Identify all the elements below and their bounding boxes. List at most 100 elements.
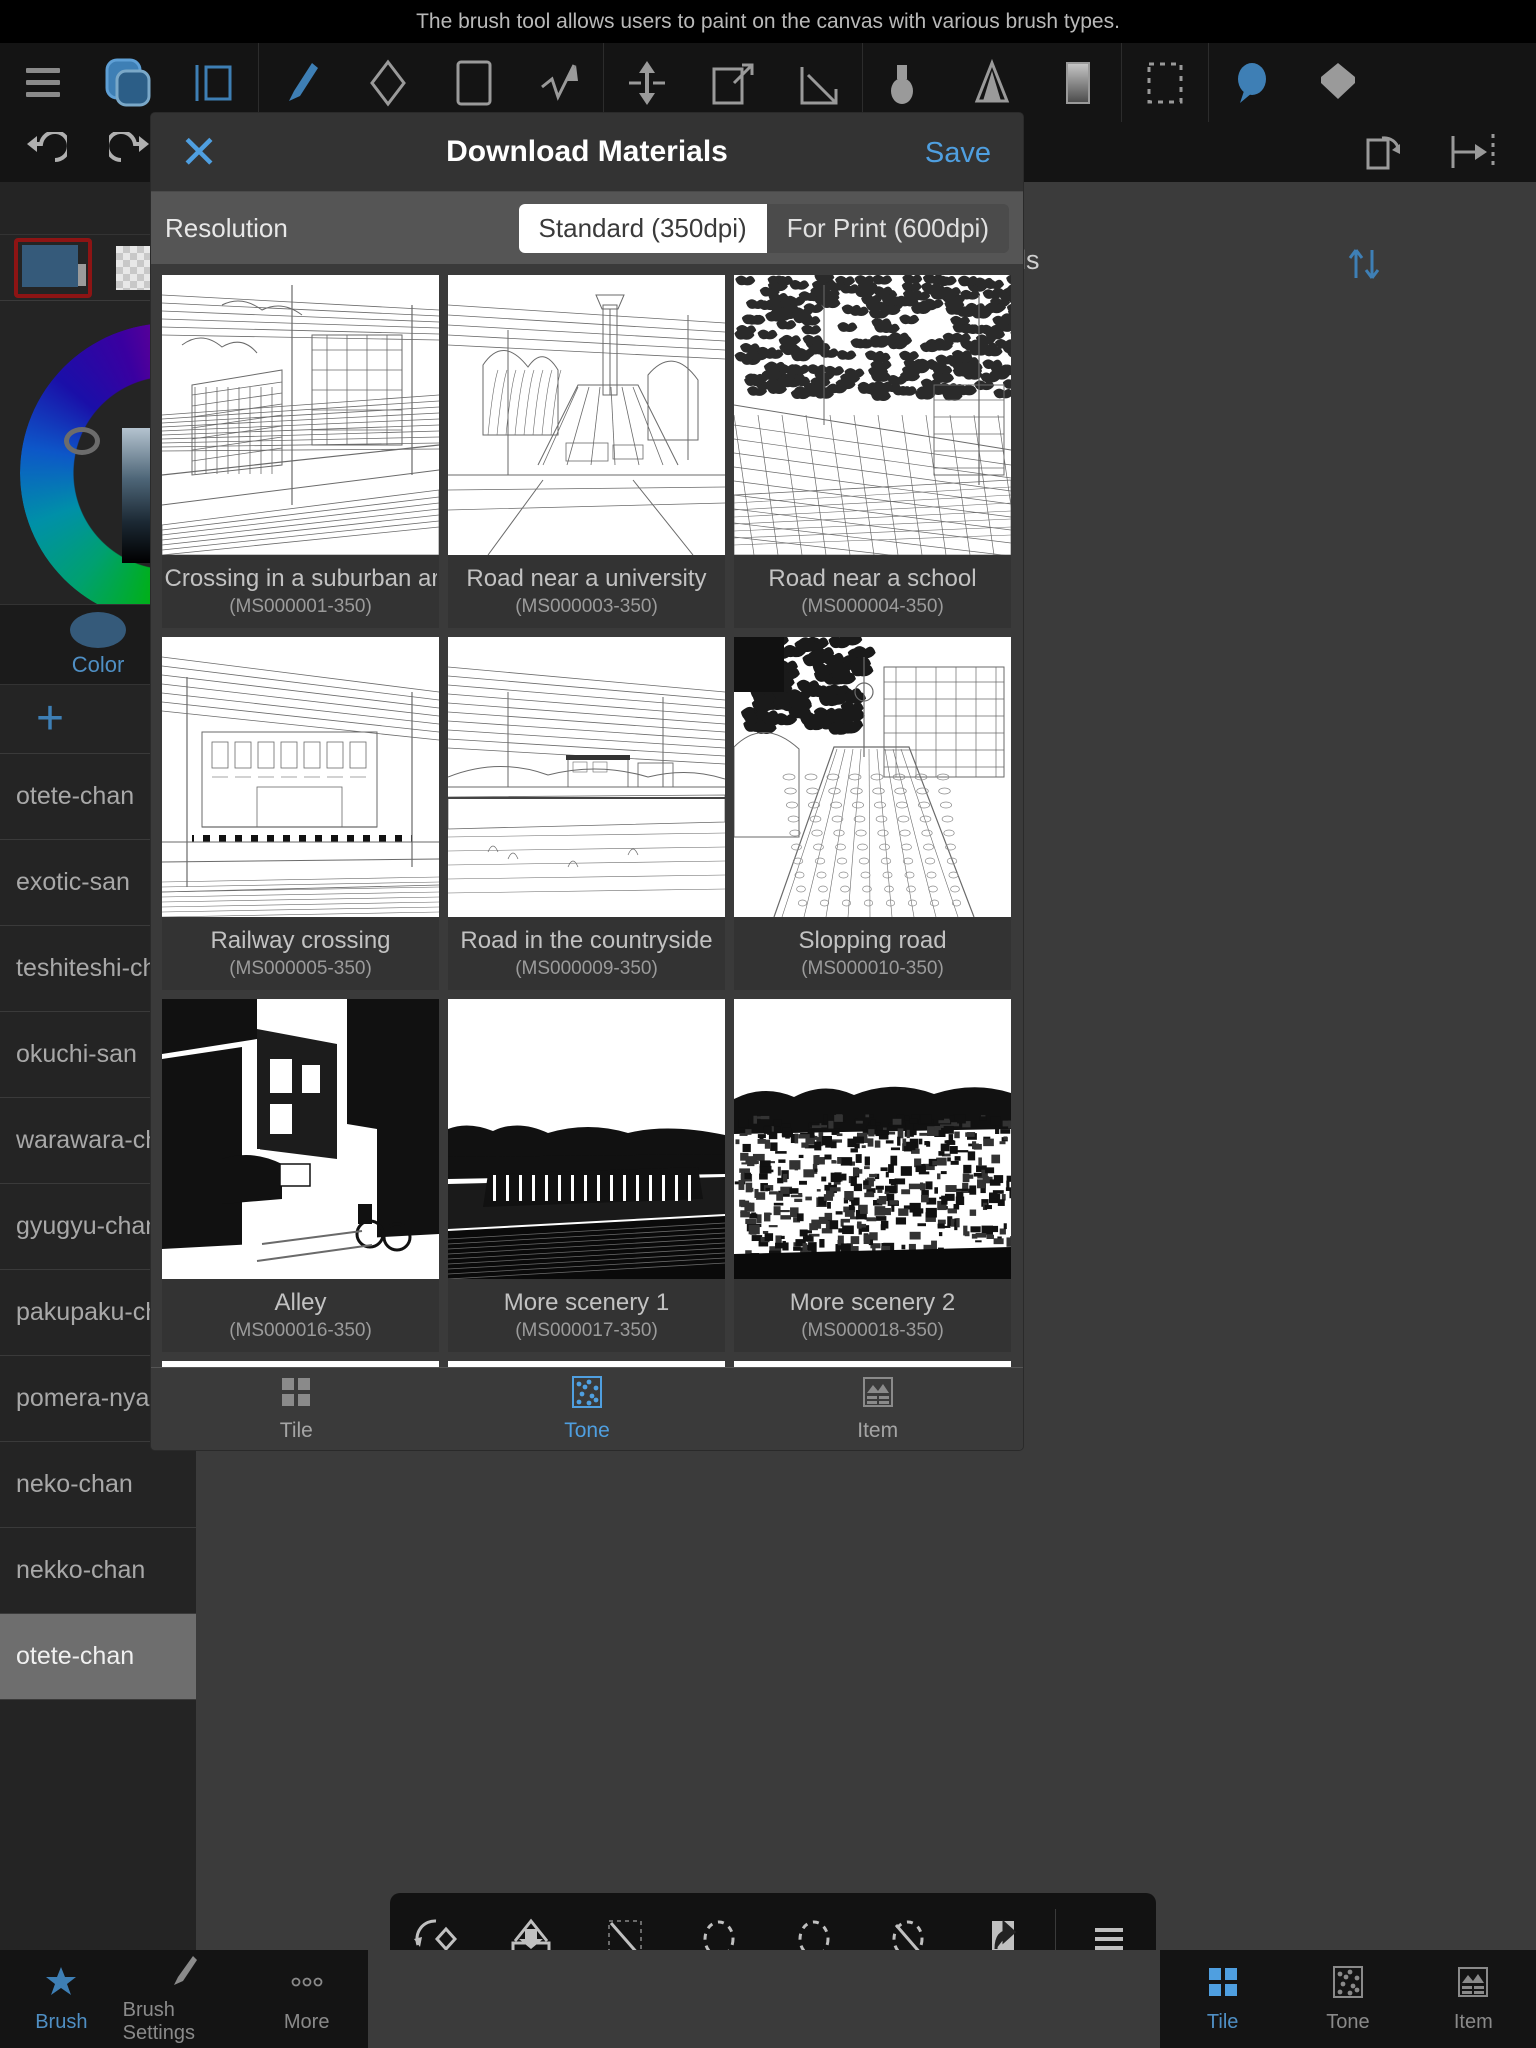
top-toolbar	[0, 43, 1536, 122]
panel-frame-icon[interactable]	[172, 43, 258, 122]
tab-label: Tile	[279, 1419, 313, 1442]
dialog-tab-item[interactable]: Item	[732, 1368, 1023, 1450]
hamburger-menu-icon[interactable]	[0, 43, 86, 122]
dialog-tab-tone[interactable]: Tone	[442, 1368, 733, 1450]
tab-label: Tone	[564, 1419, 610, 1442]
resolution-option[interactable]: Standard (350dpi)	[518, 203, 767, 253]
rectangle-icon[interactable]	[431, 43, 517, 122]
material-list-item-label: pomera-nyan	[16, 1384, 164, 1412]
layers-stack-icon[interactable]	[1295, 43, 1381, 122]
bottom-bar-left-tabs: Brush Brush Settings More	[0, 1950, 368, 2048]
material-list-item[interactable]: nekko-chan	[0, 1528, 196, 1614]
material-title: More scenery 1	[503, 1289, 670, 1316]
color-wheel-handle[interactable]	[64, 427, 100, 455]
free-transform-icon[interactable]	[776, 43, 862, 122]
material-card[interactable]: Railway crossing (MS000005-350)	[162, 637, 439, 990]
resolution-segmented-control[interactable]: Standard (350dpi) For Print (600dpi)	[518, 203, 1009, 253]
bottom-tab-tone[interactable]: Tone	[1285, 1950, 1410, 2048]
bottom-tab-tile[interactable]: Tile	[1160, 1950, 1285, 2048]
tab-label: Brush	[35, 2010, 88, 2033]
close-x-icon[interactable]: ✕	[177, 129, 221, 175]
marquee-dashed-icon[interactable]	[1122, 43, 1208, 122]
material-list-item-label: nekko-chan	[16, 1556, 146, 1584]
blur-drop-icon[interactable]	[863, 43, 949, 122]
hamburger-lines	[26, 68, 60, 97]
toolbar-group-select	[1122, 43, 1209, 122]
speech-balloon-icon[interactable]	[1209, 43, 1295, 122]
paint-bucket-icon[interactable]	[949, 43, 1035, 122]
material-lineart	[734, 637, 1011, 917]
materials-grid-scroll[interactable]: Crossing in a suburban area 1 (MS000001-3…	[151, 264, 1023, 1367]
star-icon	[44, 1965, 78, 2004]
tab-label: Item	[857, 1419, 899, 1442]
rounded-square-layers-icon[interactable]	[86, 43, 172, 122]
plus-icon[interactable]: +	[36, 695, 64, 743]
tab-label: Item	[1453, 2010, 1493, 2033]
flip-horizontal-icon[interactable]	[1428, 122, 1516, 182]
material-thumbnail[interactable]	[734, 275, 1011, 555]
three-dots-icon	[290, 1965, 324, 2004]
material-title: Road near a university	[466, 565, 707, 592]
material-thumbnail[interactable]	[162, 275, 439, 555]
bottom-tab-brush-settings[interactable]: Brush Settings	[123, 1950, 246, 2048]
material-list-item[interactable]: otete-chan	[0, 1614, 196, 1700]
foreground-background-swatch[interactable]	[14, 237, 92, 298]
bottom-tab-brush[interactable]: Brush	[0, 1950, 123, 2048]
material-thumbnail[interactable]	[448, 275, 725, 555]
material-lineart	[734, 275, 1011, 555]
material-lineart	[448, 275, 725, 555]
tile-grid-icon	[279, 1375, 313, 1414]
bottom-tab-item[interactable]: Item	[1411, 1950, 1536, 2048]
undo-arrow-icon[interactable]	[0, 122, 88, 182]
resolution-label: Resolution	[165, 212, 288, 243]
resolution-option[interactable]: For Print (600dpi)	[766, 203, 1009, 253]
gradient-icon[interactable]	[1035, 43, 1121, 122]
material-list-item-label: gyugyu-chan	[16, 1212, 160, 1240]
material-lineart	[448, 637, 725, 917]
material-list-item-label: otete-chan	[16, 782, 135, 810]
material-card[interactable]: More scenery 2 (MS000018-350)	[734, 999, 1011, 1352]
material-thumbnail[interactable]	[162, 637, 439, 917]
material-title: Road in the countryside	[460, 927, 713, 954]
material-card[interactable]: Alley (MS000016-350)	[162, 999, 439, 1352]
transform-expand-icon[interactable]	[690, 43, 776, 122]
brush-icon[interactable]	[259, 43, 345, 122]
polyline-icon[interactable]	[517, 43, 603, 122]
download-materials-dialog: ✕ Download Materials Save Resolution Sta…	[151, 113, 1023, 1450]
material-thumbnail[interactable]	[734, 999, 1011, 1279]
foreground-color-swatch	[22, 244, 78, 287]
material-thumbnail[interactable]	[448, 999, 725, 1279]
material-card[interactable]: More scenery 1 (MS000017-350)	[448, 999, 725, 1352]
material-card[interactable]: Slopping road (MS000010-350)	[734, 637, 1011, 990]
material-code: (MS000001-350)	[229, 596, 372, 617]
material-lineart	[448, 999, 725, 1279]
dialog-tab-tile[interactable]: Tile	[151, 1368, 442, 1450]
toolbar-group-fill	[863, 43, 1122, 122]
material-list-item-label: otete-chan	[16, 1642, 135, 1670]
material-thumbnail[interactable]	[448, 637, 725, 917]
save-button[interactable]: Save	[925, 137, 991, 170]
tooltip-caption: The brush tool allows users to paint on …	[0, 0, 1536, 43]
toolbar-group-draw	[259, 43, 604, 122]
material-card[interactable]: Crossing in a suburban area 1 (MS000001-3…	[162, 275, 439, 628]
material-code: (MS000016-350)	[229, 1320, 372, 1341]
rotate-page-icon[interactable]	[1340, 122, 1428, 182]
toolbar-group-menu	[0, 43, 259, 122]
sort-updown-icon[interactable]	[1340, 240, 1388, 293]
tab-label: More	[283, 2010, 330, 2033]
material-card-meta: Road near a university (MS000003-350)	[448, 555, 725, 628]
material-card[interactable]: Road near a school (MS000004-350)	[734, 275, 1011, 628]
material-title: Railway crossing	[210, 927, 391, 954]
material-thumbnail[interactable]	[162, 999, 439, 1279]
material-lineart	[734, 999, 1011, 1279]
material-title: Road near a school	[768, 565, 977, 592]
resolution-row: Resolution Standard (350dpi) For Print (6…	[151, 191, 1023, 264]
material-code: (MS000017-350)	[515, 1320, 658, 1341]
material-list-item[interactable]: neko-chan	[0, 1442, 196, 1528]
material-thumbnail[interactable]	[734, 637, 1011, 917]
move-arrows-icon[interactable]	[604, 43, 690, 122]
material-card[interactable]: Road near a university (MS000003-350)	[448, 275, 725, 628]
bottom-tab-more[interactable]: More	[245, 1950, 368, 2048]
material-card[interactable]: Road in the countryside (MS000009-350)	[448, 637, 725, 990]
eraser-diamond-icon[interactable]	[345, 43, 431, 122]
